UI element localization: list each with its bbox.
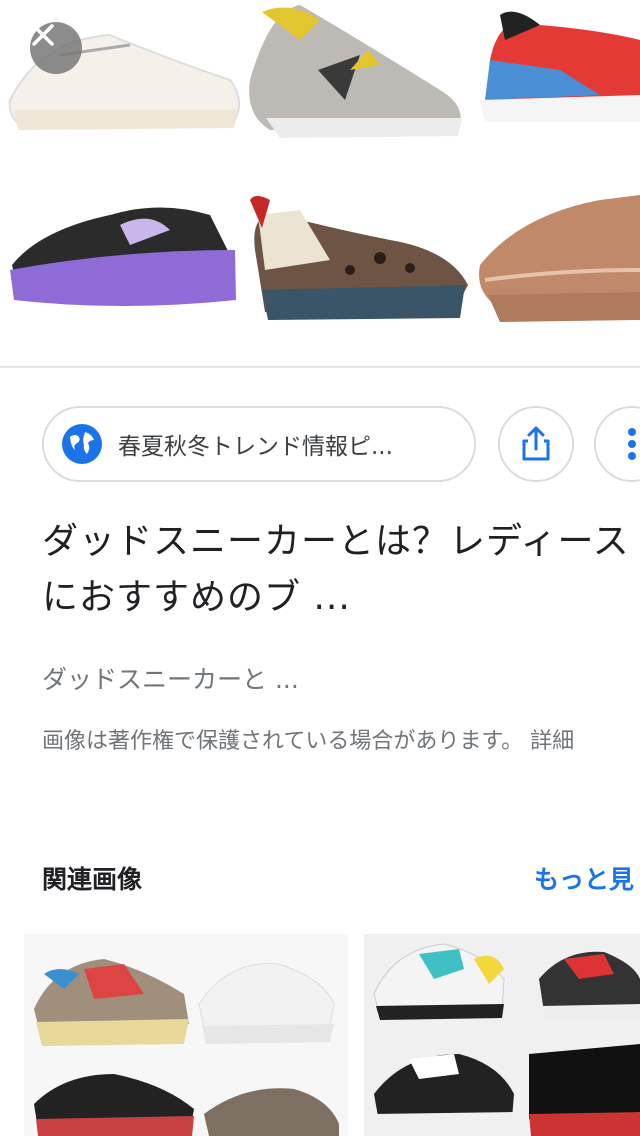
related-image-2[interactable] (364, 934, 640, 1136)
related-images-heading: 関連画像 (42, 865, 143, 894)
close-icon (32, 24, 54, 46)
related-thumbnail-2 (373, 943, 640, 1136)
divider (0, 366, 640, 368)
close-button[interactable] (30, 22, 82, 74)
result-title[interactable]: ダッドスニーカーとは？レディースにおすすめのブ ... (42, 514, 632, 626)
copyright-notice: 画像は著作権で保護されている場合があります。 詳細 (42, 729, 575, 754)
sneaker-red-blue (480, 11, 640, 122)
sneaker-bronze (479, 195, 640, 322)
related-image-1[interactable] (24, 934, 348, 1136)
sneaker-collage (8, 5, 640, 322)
sneaker-leopard (250, 196, 468, 320)
hero-image[interactable] (0, 0, 640, 366)
source-chip[interactable]: 春夏秋冬トレンド情報ピ... (42, 406, 476, 482)
related-thumbnail-1 (34, 959, 339, 1136)
see-more-link[interactable]: もっと見 (534, 860, 634, 896)
share-button[interactable] (498, 406, 574, 482)
source-name: 春夏秋冬トレンド情報ピ... (118, 434, 393, 460)
result-subtitle: ダッドスニーカーと ... (42, 665, 299, 694)
sneaker-purple (10, 207, 236, 306)
more-vert-icon (628, 428, 636, 460)
globe-icon (60, 422, 104, 466)
share-icon (522, 426, 550, 461)
sneaker-grey-yellow (249, 5, 462, 138)
more-options-button[interactable] (594, 406, 640, 482)
